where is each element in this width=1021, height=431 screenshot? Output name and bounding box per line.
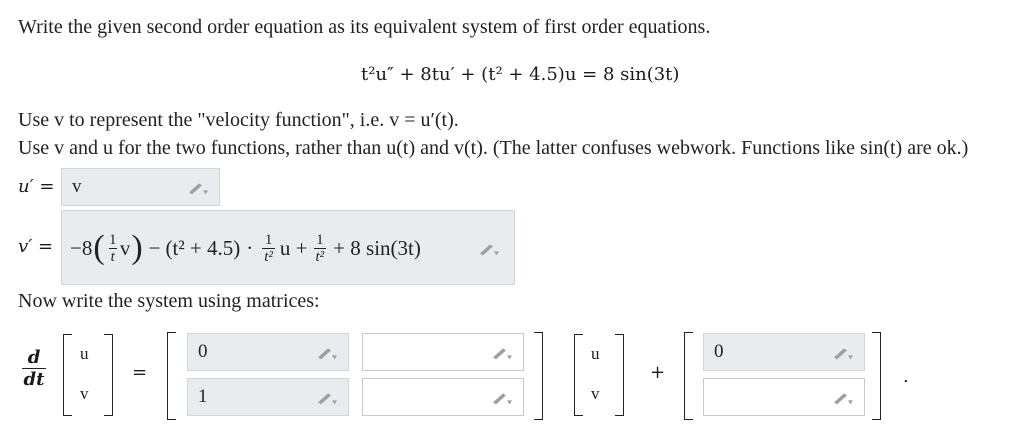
frac-den: t² (262, 247, 275, 265)
v-prime-answer-field[interactable]: −8 ( 1 t v ) − (t² + 4.5) · 1 t² u + 1 t… (61, 210, 515, 285)
period: . (903, 366, 909, 387)
minus-sign: − (148, 235, 161, 260)
v-prime-label: v′ = (18, 236, 54, 257)
a21-value: 1 (198, 386, 208, 407)
frac-den: t (108, 247, 117, 265)
d-symbol: d (27, 347, 41, 368)
f1-value: 0 (714, 341, 724, 362)
paren-close: ) (131, 229, 143, 266)
equals-sign: = (132, 362, 148, 383)
vector-v: v (591, 384, 600, 403)
pencil-icon[interactable] (478, 242, 500, 256)
forcing-f1-field[interactable]: 0 (703, 333, 865, 371)
instruction-text: Write the given second order equation as… (18, 16, 711, 38)
fraction-1-over-t2-b: 1 t² (313, 231, 327, 265)
pencil-icon[interactable] (316, 391, 338, 405)
dt-symbol: dt (23, 369, 45, 390)
forcing-f2-field[interactable] (703, 378, 865, 416)
fraction-1-over-t: 1 t (108, 231, 117, 265)
t-squared-group: (t² + 4.5) (165, 235, 241, 260)
pencil-icon[interactable] (316, 346, 338, 360)
u-plus: u + (279, 235, 308, 260)
pencil-icon[interactable] (491, 391, 513, 405)
bracket-right (872, 332, 881, 420)
bracket-right (615, 334, 624, 416)
bracket-left (167, 332, 176, 420)
frac-num: 1 (109, 231, 117, 248)
bracket-right (534, 332, 543, 420)
matrix-a21-field[interactable]: 1 (187, 378, 349, 416)
pencil-icon[interactable] (187, 181, 209, 195)
v-prime-expression: −8 ( 1 t v ) − (t² + 4.5) · 1 t² u + 1 t… (70, 229, 421, 267)
frac-den: t² (313, 247, 327, 265)
sin-term: + 8 sin(3t) (333, 235, 421, 260)
dot-operator: · (246, 235, 254, 260)
matrix-prompt: Now write the system using matrices: (18, 290, 320, 312)
var-v: v (119, 235, 131, 260)
velocity-note: Use v to represent the "velocity functio… (18, 109, 459, 131)
vector-u: u (80, 344, 89, 363)
pencil-icon[interactable] (832, 391, 854, 405)
plus-sign: + (650, 362, 666, 383)
pencil-icon[interactable] (832, 346, 854, 360)
frac-num: 1 (316, 231, 324, 248)
bracket-left (63, 334, 72, 416)
derivative-operator: d dt (22, 348, 46, 391)
u-prime-answer-value: v (72, 176, 82, 197)
pencil-icon[interactable] (491, 346, 513, 360)
coef-neg8: −8 (70, 235, 93, 260)
bracket-left (684, 332, 693, 420)
vector-v: v (80, 384, 89, 403)
bracket-left (574, 334, 583, 416)
u-prime-label: u′ = (18, 176, 55, 197)
bracket-right (104, 334, 113, 416)
given-equation: t²u″ + 8tu′ + (t² + 4.5)u = 8 sin(3t) (361, 64, 680, 85)
vector-u: u (591, 344, 600, 363)
u-prime-answer-field[interactable]: v (61, 168, 220, 206)
paren-open: ( (93, 229, 105, 266)
matrix-a22-field[interactable] (362, 378, 524, 416)
functions-note: Use v and u for the two functions, rathe… (18, 137, 969, 159)
fraction-1-over-t2-a: 1 t² (262, 232, 275, 265)
matrix-a12-field[interactable] (362, 333, 524, 371)
a11-value: 0 (198, 341, 208, 362)
frac-num: 1 (264, 231, 273, 248)
matrix-a11-field[interactable]: 0 (187, 333, 349, 371)
